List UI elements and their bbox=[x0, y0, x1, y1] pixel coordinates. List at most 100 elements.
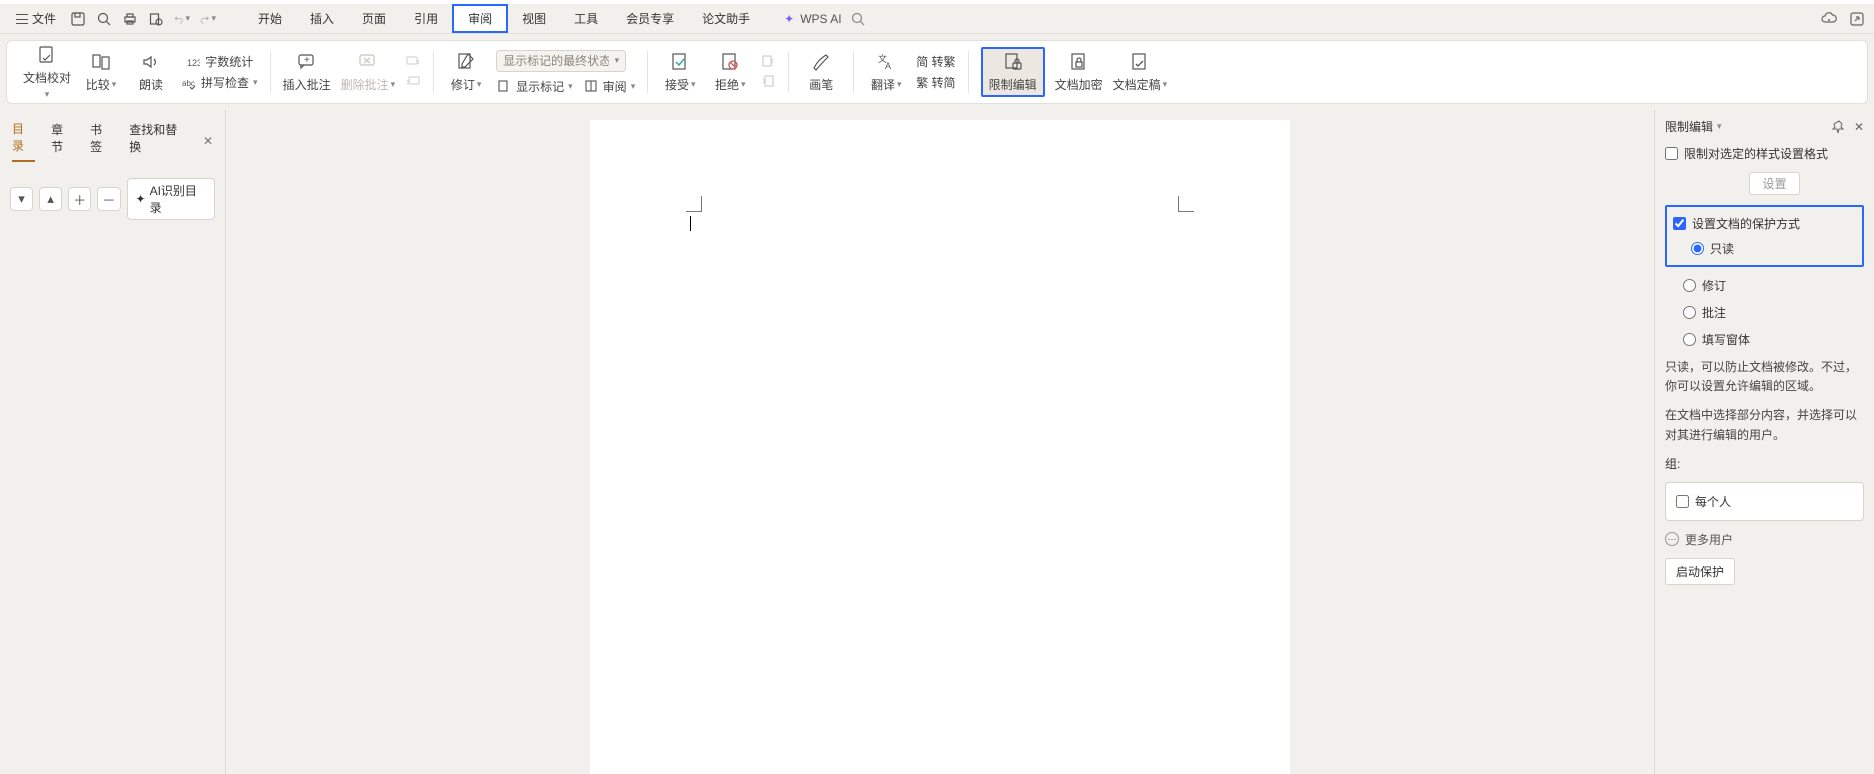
save-icon[interactable] bbox=[70, 11, 86, 27]
group-box: 每个人 bbox=[1665, 482, 1864, 521]
encrypt-button[interactable]: 文档加密 bbox=[1055, 51, 1103, 93]
svg-text:123: 123 bbox=[187, 58, 200, 68]
restrict-format-label: 限制对选定的样式设置格式 bbox=[1684, 145, 1828, 162]
cloud-icon[interactable] bbox=[1820, 10, 1838, 28]
accept-button[interactable]: 接受▾ bbox=[660, 51, 700, 93]
wps-ai-button[interactable]: ✦ WPS AI bbox=[784, 12, 841, 26]
insert-comment-button[interactable]: +插入批注 bbox=[283, 51, 331, 93]
panel-title-dropdown[interactable]: ▾ bbox=[1717, 121, 1722, 132]
word-count-button[interactable]: 123字数统计 bbox=[181, 53, 258, 70]
nav-close-icon[interactable]: ✕ bbox=[203, 134, 213, 148]
show-markup-button[interactable]: 显示标记▾ bbox=[496, 78, 573, 95]
doc-proof-button[interactable]: 文档校对▾ bbox=[23, 44, 71, 100]
tab-view[interactable]: 视图 bbox=[508, 4, 560, 33]
spellcheck-icon: abc bbox=[181, 75, 197, 91]
tab-page[interactable]: 页面 bbox=[348, 4, 400, 33]
redo-icon[interactable]: ▾ bbox=[200, 11, 216, 27]
navigation-panel: 目录 章节 书签 查找和替换 ✕ ▾ ▴ ＋ － ✦AI识别目录 bbox=[0, 110, 226, 774]
close-panel-icon[interactable]: ✕ bbox=[1854, 120, 1864, 134]
readonly-desc-1: 只读，可以防止文档被修改。不过，你可以设置允许编辑的区域。 bbox=[1665, 358, 1864, 396]
ribbon: 文档校对▾ 比较▾ 朗读 123字数统计 abc拼写检查▾ +插入批注 删除批注… bbox=[6, 40, 1868, 104]
tab-tools[interactable]: 工具 bbox=[560, 4, 612, 33]
finalize-button[interactable]: 文档定稿▾ bbox=[1113, 51, 1168, 93]
reject-button[interactable]: 拒绝▾ bbox=[710, 51, 750, 93]
nav-tab-bookmark[interactable]: 书签 bbox=[90, 121, 113, 161]
option-forms[interactable]: 填写窗体 bbox=[1683, 331, 1864, 348]
markup-display-dropdown[interactable]: 显示标记的最终状态▾ bbox=[496, 50, 626, 72]
hamburger-icon bbox=[16, 14, 28, 24]
review-pane-button[interactable]: 审阅▾ bbox=[583, 78, 636, 95]
tab-start[interactable]: 开始 bbox=[244, 4, 296, 33]
print-preview-icon[interactable] bbox=[96, 11, 112, 27]
tab-insert[interactable]: 插入 bbox=[296, 4, 348, 33]
file-label: 文件 bbox=[32, 10, 56, 27]
tab-review[interactable]: 审阅 bbox=[452, 4, 508, 33]
next-change-icon[interactable] bbox=[760, 74, 776, 90]
ellipsis-icon: ⋯ bbox=[1665, 532, 1679, 546]
nav-tab-toc[interactable]: 目录 bbox=[12, 120, 35, 162]
svg-text:+: + bbox=[304, 55, 310, 66]
search-icon[interactable] bbox=[850, 11, 866, 27]
nav-tab-chapter[interactable]: 章节 bbox=[51, 121, 74, 161]
option-readonly[interactable]: 只读 bbox=[1691, 240, 1856, 257]
print-icon[interactable] bbox=[122, 11, 138, 27]
doc-proof-icon bbox=[36, 44, 58, 66]
prev-comment-icon[interactable] bbox=[405, 54, 421, 70]
wordcount-icon: 123 bbox=[185, 54, 201, 70]
menu-bar: 文件 ▾ ▾ 开始 插入 页面 引用 审阅 视图 工具 会员专享 论文助手 ✦ … bbox=[0, 4, 1874, 34]
option-comment[interactable]: 批注 bbox=[1683, 304, 1864, 321]
pin-icon[interactable] bbox=[1832, 120, 1846, 134]
file-menu[interactable]: 文件 bbox=[8, 6, 64, 31]
prev-change-icon[interactable] bbox=[760, 54, 776, 70]
readonly-desc-2: 在文档中选择部分内容，并选择可以对其进行编辑的用户。 bbox=[1665, 406, 1864, 444]
restrict-format-checkbox[interactable] bbox=[1665, 147, 1678, 160]
more-users-link[interactable]: ⋯ 更多用户 bbox=[1665, 531, 1864, 548]
remove-button[interactable]: － bbox=[97, 187, 120, 211]
undo-icon[interactable]: ▾ bbox=[174, 11, 190, 27]
finalize-icon bbox=[1129, 51, 1151, 73]
protect-mode-label: 设置文档的保护方式 bbox=[1692, 215, 1800, 232]
nav-tab-find[interactable]: 查找和替换 bbox=[129, 121, 187, 161]
speaker-icon bbox=[140, 51, 162, 73]
translate-icon: 文A bbox=[875, 51, 897, 73]
accept-icon bbox=[669, 51, 691, 73]
delete-comment-button[interactable]: 删除批注▾ bbox=[341, 51, 396, 93]
track-changes-button[interactable]: 修订▾ bbox=[446, 51, 486, 93]
add-button[interactable]: ＋ bbox=[68, 187, 91, 211]
comment-delete-icon bbox=[357, 51, 379, 73]
start-protection-button[interactable]: 启动保护 bbox=[1665, 558, 1735, 585]
document-canvas[interactable] bbox=[226, 110, 1654, 774]
svg-text:abc: abc bbox=[182, 79, 195, 88]
pen-icon bbox=[810, 51, 832, 73]
reject-icon bbox=[719, 51, 741, 73]
read-aloud-button[interactable]: 朗读 bbox=[131, 51, 171, 93]
simp-to-trad-button[interactable]: 简 转繁 bbox=[916, 53, 955, 70]
expand-down-button[interactable]: ▾ bbox=[10, 187, 33, 211]
next-comment-icon[interactable] bbox=[405, 74, 421, 90]
restrict-edit-button[interactable]: 限制编辑 bbox=[981, 47, 1045, 97]
spell-check-button[interactable]: abc拼写检查▾ bbox=[181, 74, 258, 91]
translate-button[interactable]: 文A翻译▾ bbox=[866, 51, 906, 93]
compare-button[interactable]: 比较▾ bbox=[81, 51, 121, 93]
share-icon[interactable] bbox=[1848, 10, 1866, 28]
review-pane-icon bbox=[583, 78, 599, 94]
tab-reference[interactable]: 引用 bbox=[400, 4, 452, 33]
tab-member[interactable]: 会员专享 bbox=[612, 4, 688, 33]
protect-mode-checkbox[interactable] bbox=[1673, 217, 1686, 230]
everyone-checkbox-row[interactable]: 每个人 bbox=[1676, 493, 1853, 510]
pen-button[interactable]: 画笔 bbox=[801, 51, 841, 93]
group-label: 组: bbox=[1665, 455, 1864, 472]
lock-doc-icon bbox=[1002, 51, 1024, 73]
tab-thesis[interactable]: 论文助手 bbox=[688, 4, 764, 33]
option-revise[interactable]: 修订 bbox=[1683, 277, 1864, 294]
track-icon bbox=[455, 51, 477, 73]
text-cursor bbox=[690, 216, 691, 231]
panel-title: 限制编辑 bbox=[1665, 118, 1713, 135]
format-settings-button[interactable]: 设置 bbox=[1749, 172, 1799, 195]
preview-icon[interactable] bbox=[148, 11, 164, 27]
collapse-up-button[interactable]: ▴ bbox=[39, 187, 62, 211]
document-page bbox=[590, 120, 1290, 774]
trad-to-simp-button[interactable]: 繁 转简 bbox=[916, 74, 955, 91]
ai-toc-button[interactable]: ✦AI识别目录 bbox=[127, 178, 216, 220]
restrict-editing-panel: 限制编辑 ▾ ✕ 限制对选定的样式设置格式 设置 设置文档的保护方式 只读 修订… bbox=[1654, 110, 1874, 774]
